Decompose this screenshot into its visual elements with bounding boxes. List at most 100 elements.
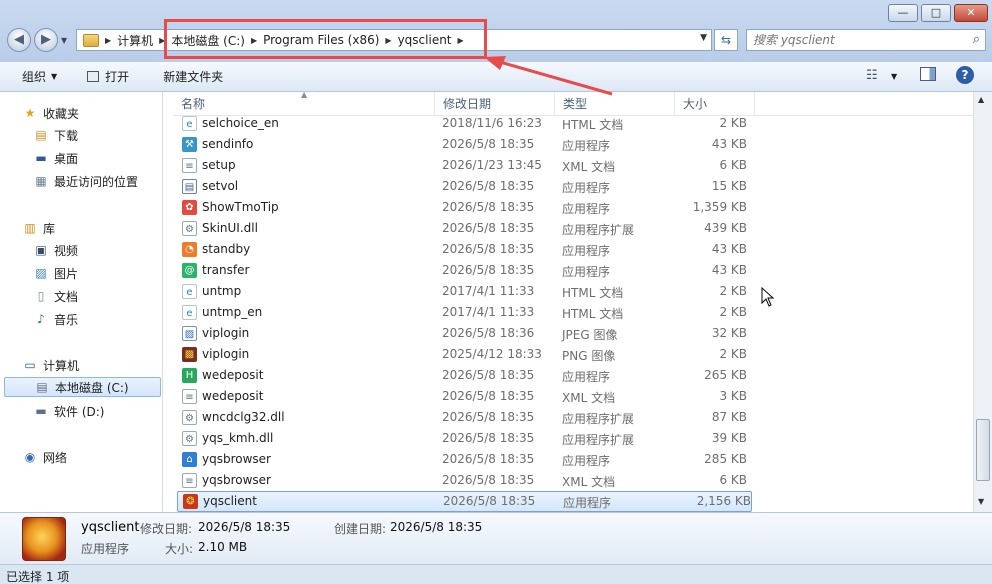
- colorful-app-icon: ✿: [182, 200, 197, 215]
- detail-size-value: 2.10 MB: [198, 540, 248, 554]
- nav-label: 图片: [54, 266, 79, 281]
- table-row[interactable]: @ transfer 2026/5/8 18:35 应用程序 43 KB: [173, 260, 753, 281]
- file-date: 2017/4/1 11:33: [442, 305, 535, 319]
- table-row[interactable]: e untmp 2017/4/1 11:33 HTML 文档 2 KB: [173, 281, 753, 302]
- nav-music[interactable]: ♪ 音乐: [33, 309, 78, 329]
- network-icon: ◉: [24, 450, 36, 464]
- file-size: 32 KB: [711, 326, 747, 340]
- maximize-button[interactable]: □: [921, 4, 951, 22]
- nav-label: 软件 (D:): [54, 404, 105, 419]
- new-folder-button[interactable]: 新建文件夹: [155, 68, 231, 85]
- file-date: 2026/1/23 13:45: [442, 158, 542, 172]
- nav-videos[interactable]: ▣ 视频: [33, 240, 78, 260]
- nav-documents[interactable]: ▯ 文档: [33, 286, 78, 306]
- organize-button[interactable]: 组织 ▼: [14, 68, 65, 85]
- ie-html-icon: e: [182, 116, 197, 131]
- breadcrumb-computer[interactable]: 计算机: [113, 32, 157, 49]
- search-input[interactable]: [753, 31, 965, 49]
- folder-icon: [83, 33, 99, 47]
- breadcrumb-separator-icon[interactable]: ▶: [103, 36, 113, 45]
- preview-pane-icon[interactable]: [920, 67, 936, 81]
- nav-pictures[interactable]: ▨ 图片: [33, 263, 78, 283]
- recent-pages-button[interactable]: ▼: [61, 36, 67, 45]
- table-row[interactable]: ≡ wedeposit 2026/5/8 18:35 XML 文档 3 KB: [173, 386, 753, 407]
- music-icon: ♪: [37, 312, 45, 326]
- refresh-button[interactable]: ⇆: [714, 29, 738, 51]
- close-button[interactable]: ✕: [954, 4, 988, 22]
- address-dropdown-icon[interactable]: ▼: [700, 33, 707, 43]
- file-name: wncdclg32.dll: [202, 410, 285, 424]
- help-icon[interactable]: ?: [956, 66, 974, 84]
- open-button[interactable]: 打开: [79, 68, 137, 85]
- jpeg-icon: ▨: [182, 326, 197, 341]
- back-button[interactable]: ◀: [7, 28, 31, 52]
- dll-icon: ⚙: [182, 410, 197, 425]
- file-type: HTML 文档: [562, 286, 624, 300]
- nav-local-disk-c[interactable]: ▤ 本地磁盘 (C:): [4, 377, 161, 397]
- scroll-up-icon[interactable]: ▲: [978, 95, 984, 104]
- nav-software-disk-d[interactable]: ▬ 软件 (D:): [33, 401, 104, 421]
- table-row[interactable]: ▤ setvol 2026/5/8 18:35 应用程序 15 KB: [173, 176, 753, 197]
- forward-button[interactable]: ▶: [34, 28, 58, 52]
- table-row[interactable]: ≡ setup 2026/1/23 13:45 XML 文档 6 KB: [173, 155, 753, 176]
- search-box[interactable]: ⌕: [746, 29, 986, 51]
- download-folder-icon: ▤: [35, 128, 47, 142]
- table-row[interactable]: e untmp_en 2017/4/1 11:33 HTML 文档 2 KB: [173, 302, 753, 323]
- video-icon: ▣: [35, 243, 47, 257]
- file-date: 2026/5/8 18:35: [442, 473, 535, 487]
- nav-desktop[interactable]: ▬ 桌面: [33, 148, 78, 168]
- table-row[interactable]: Hwedeposit 2026/5/8 18:35 应用程序 265 KB: [173, 365, 753, 386]
- table-row[interactable]: ⚙ SkinUI.dll 2026/5/8 18:35 应用程序扩展 439 KB: [173, 218, 753, 239]
- table-row[interactable]: ⚙ yqs_kmh.dll 2026/5/8 18:35 应用程序扩展 39 KB: [173, 428, 753, 449]
- detail-size-label: 大小:: [165, 542, 194, 556]
- scroll-down-icon[interactable]: ▼: [978, 497, 984, 506]
- nav-libraries[interactable]: ▥ 库: [22, 218, 55, 238]
- chevron-down-icon[interactable]: ▼: [891, 72, 897, 81]
- table-row[interactable]: ⚙ wncdclg32.dll 2026/5/8 18:35 应用程序扩展 87 KB: [173, 407, 753, 428]
- vertical-scrollbar[interactable]: ▲ ▼: [973, 92, 992, 512]
- table-row[interactable]: ✿ ShowTmoTip 2026/5/8 18:35 应用程序 1,359 KB: [173, 197, 753, 218]
- file-name: setvol: [202, 179, 239, 193]
- table-row[interactable]: ⌂ yqsbrowser 2026/5/8 18:35 应用程序 285 KB: [173, 449, 753, 470]
- view-options-icon[interactable]: ☷: [866, 68, 878, 83]
- table-row[interactable]: ≡ yqsbrowser 2026/5/8 18:35 XML 文档 6 KB: [173, 470, 753, 491]
- file-type: 应用程序: [562, 370, 611, 384]
- xml-icon: ≡: [182, 473, 197, 488]
- xml-icon: ≡: [182, 158, 197, 173]
- nav-downloads[interactable]: ▤ 下载: [33, 125, 78, 145]
- table-row[interactable]: ◔ standby 2026/5/8 18:35 应用程序 43 KB: [173, 239, 753, 260]
- nav-recent-places[interactable]: ▦ 最近访问的位置: [33, 171, 138, 191]
- file-size: 3 KB: [719, 389, 747, 403]
- green-app-icon: @: [182, 263, 197, 278]
- nav-label: 视频: [54, 243, 79, 258]
- nav-favorites[interactable]: ★ 收藏夹: [22, 103, 79, 123]
- search-icon[interactable]: ⌕: [973, 32, 980, 47]
- nav-network[interactable]: ◉ 网络: [22, 447, 67, 467]
- table-row[interactable]: ⚒ sendinfo 2026/5/8 18:35 应用程序 43 KB: [173, 134, 753, 155]
- file-date: 2026/5/8 18:35: [442, 389, 535, 403]
- file-list: 名称 ▲ 修改日期 类型 大小 e selchoice_en 2018/11/6 1…: [173, 92, 973, 512]
- nav-computer[interactable]: ▭ 计算机: [22, 355, 79, 375]
- open-label: 打开: [105, 70, 130, 84]
- file-size: 439 KB: [704, 221, 747, 235]
- file-date: 2026/5/8 18:35: [442, 368, 535, 382]
- detail-modified-value: 2026/5/8 18:35: [198, 520, 291, 534]
- file-size: 43 KB: [711, 137, 747, 151]
- file-name: selchoice_en: [202, 116, 279, 130]
- file-type: PNG 图像: [562, 349, 616, 363]
- file-name: sendinfo: [202, 137, 254, 151]
- table-row-selected[interactable]: ❂ yqsclient 2026/5/8 18:35 应用程序 2,156 KB: [177, 491, 752, 512]
- file-name: standby: [202, 242, 251, 256]
- file-date: 2025/4/12 18:33: [442, 347, 542, 361]
- table-row[interactable]: ▨ viplogin 2026/5/8 18:36 JPEG 图像 32 KB: [173, 323, 753, 344]
- file-date: 2026/5/8 18:35: [443, 494, 536, 508]
- minimize-button[interactable]: —: [888, 4, 918, 22]
- file-size: 15 KB: [711, 179, 747, 193]
- dragon-app-icon: [22, 517, 66, 561]
- forward-arrow-icon: ▶: [41, 32, 51, 47]
- dragon-app-icon: ❂: [183, 494, 198, 509]
- table-row[interactable]: ▩ viplogin 2025/4/12 18:33 PNG 图像 2 KB: [173, 344, 753, 365]
- table-row[interactable]: e selchoice_en 2018/11/6 16:23 HTML 文档 2 KB: [173, 113, 753, 134]
- scroll-thumb[interactable]: [976, 419, 990, 481]
- detail-file-type: 应用程序: [81, 542, 130, 556]
